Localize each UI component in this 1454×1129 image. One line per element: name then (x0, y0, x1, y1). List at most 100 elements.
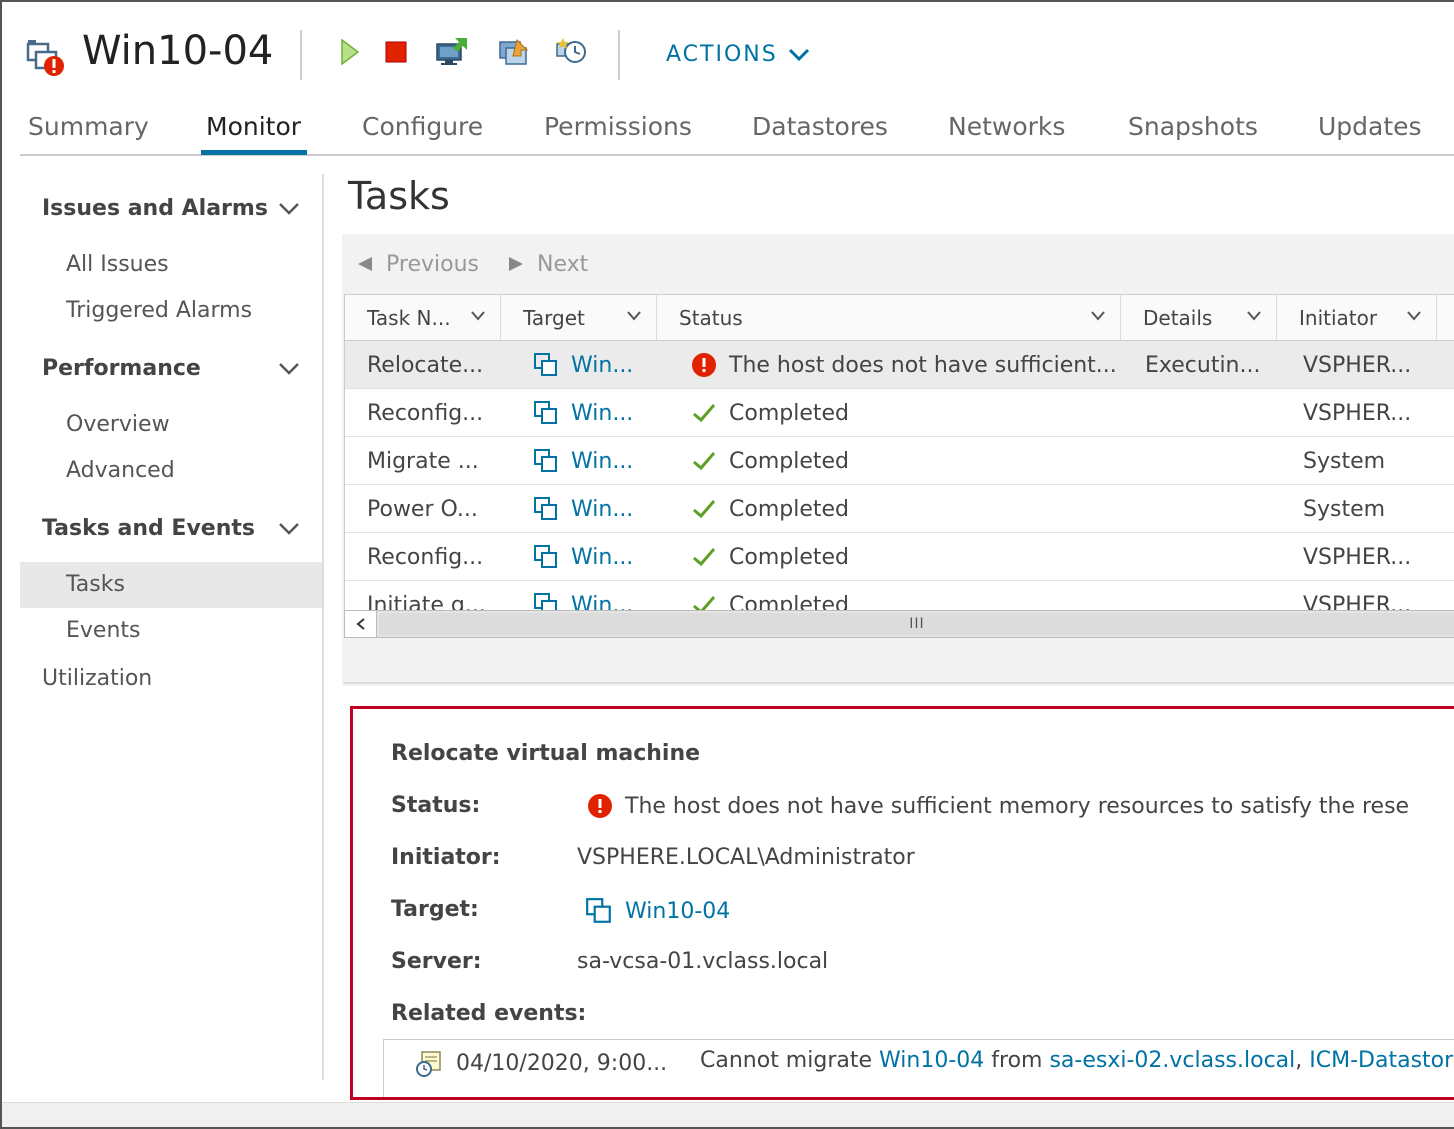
power-off-button[interactable] (378, 32, 414, 72)
target-cell[interactable]: Win... (533, 389, 633, 437)
tasks-table: Task N... Target Status Details Initiato… (344, 294, 1454, 610)
table-row[interactable]: Reconfig... Win... Completed VSPHER... (345, 389, 1454, 437)
vm-icon (533, 400, 559, 426)
event-icon (414, 1048, 444, 1078)
page-title: Tasks (348, 174, 450, 218)
vm-monitor-window: Win10-04 ACTIONS Summary Monitor Configu… (0, 0, 1454, 1129)
nav-item-tasks[interactable]: Tasks (66, 572, 125, 597)
chevron-down-icon[interactable] (278, 202, 300, 216)
tab-permissions[interactable]: Permissions (544, 112, 692, 141)
nav-item-overview[interactable]: Overview (66, 412, 170, 437)
status-cell: Completed (691, 485, 849, 533)
horizontal-scrollbar[interactable]: III (344, 610, 1454, 638)
nav-item-triggered-alarms[interactable]: Triggered Alarms (66, 298, 252, 323)
status-text: The host does not have sufficient memory… (625, 793, 1410, 819)
table-row[interactable]: Migrate ... Win... Completed System (345, 437, 1454, 485)
status-cell: Completed (691, 533, 849, 581)
event-datastore-link[interactable]: ICM-Datastore (1309, 1048, 1454, 1073)
tab-summary[interactable]: Summary (28, 112, 149, 141)
target-cell[interactable]: Win... (533, 341, 633, 389)
nav-group-tasks-and-events[interactable]: Tasks and Events (42, 516, 255, 541)
nav-item-all-issues[interactable]: All Issues (66, 252, 169, 277)
target-link[interactable]: Win... (571, 545, 633, 570)
nav-group-issues-and-alarms[interactable]: Issues and Alarms (42, 196, 268, 221)
status-text: Completed (729, 544, 849, 570)
status-cell: Completed (691, 437, 849, 485)
target-link[interactable]: Win... (571, 497, 633, 522)
event-date: 04/10/2020, 9:00... (414, 1048, 667, 1078)
target-link[interactable]: Win... (571, 593, 633, 611)
toolbar-divider (300, 30, 302, 80)
previous-button[interactable]: Previous (356, 252, 479, 277)
toolbar-divider (618, 30, 620, 80)
bottom-bar (2, 1102, 1454, 1127)
target-link[interactable]: Win10-04 (625, 899, 730, 924)
chevron-down-icon[interactable] (1406, 310, 1422, 322)
nav-group-performance[interactable]: Performance (42, 356, 201, 381)
column-header-status[interactable]: Status (657, 295, 1121, 341)
target-link[interactable]: Win... (571, 449, 633, 474)
stop-icon (385, 41, 407, 63)
tab-snapshots[interactable]: Snapshots (1128, 112, 1258, 141)
event-message: Cannot migrate Win10-04 from sa-esxi-02.… (700, 1048, 1454, 1073)
chevron-down-icon[interactable] (278, 522, 300, 536)
migrate-button[interactable] (496, 32, 532, 72)
detail-title: Relocate virtual machine (391, 741, 701, 766)
target-label: Target: (391, 897, 479, 922)
tab-datastores[interactable]: Datastores (752, 112, 888, 141)
column-header-task-name[interactable]: Task N... (345, 295, 501, 341)
target-cell[interactable]: Win... (533, 533, 633, 581)
target-link[interactable]: Win... (571, 401, 633, 426)
initiator-cell: VSPHER... (1303, 352, 1412, 378)
chevron-down-icon[interactable] (1090, 310, 1106, 322)
actions-menu[interactable]: ACTIONS (666, 42, 810, 67)
status-text: Completed (729, 592, 849, 611)
status-text: The host does not have sufficient... (729, 352, 1117, 378)
column-header-details[interactable]: Details (1121, 295, 1277, 341)
tab-updates[interactable]: Updates (1318, 112, 1422, 141)
table-row[interactable]: Relocate... Win... The host does not hav… (345, 341, 1454, 389)
initiator-label: Initiator: (391, 845, 501, 870)
error-icon (691, 352, 717, 378)
tab-configure[interactable]: Configure (362, 112, 483, 141)
chevron-down-icon[interactable] (626, 310, 642, 322)
chevron-down-icon[interactable] (470, 310, 486, 322)
nav-item-advanced[interactable]: Advanced (66, 458, 175, 483)
table-row[interactable]: Initiate g... Win... Completed VSPHER... (345, 581, 1454, 610)
task-name-cell: Reconfig... (367, 544, 484, 570)
triangle-right-icon (508, 257, 523, 271)
next-button[interactable]: Next (507, 252, 588, 277)
triangle-left-icon (358, 257, 372, 271)
vm-icon (533, 544, 559, 570)
tab-networks[interactable]: Networks (948, 112, 1065, 141)
tab-monitor[interactable]: Monitor (206, 112, 301, 141)
target-cell[interactable]: Win... (533, 485, 633, 533)
event-text: , (1295, 1048, 1310, 1073)
snapshot-button[interactable] (554, 32, 590, 72)
nav-item-utilization[interactable]: Utilization (42, 666, 152, 691)
power-on-button[interactable] (332, 32, 368, 72)
pager: Previous Next (342, 234, 1454, 294)
target-link[interactable]: Win... (571, 353, 633, 378)
column-header-target[interactable]: Target (501, 295, 657, 341)
table-row[interactable]: Reconfig... Win... Completed VSPHER... (345, 533, 1454, 581)
checkmark-icon (691, 496, 717, 522)
scroll-left-button[interactable] (345, 611, 377, 637)
checkmark-icon (691, 592, 717, 610)
scroll-thumb[interactable]: III (379, 613, 1454, 635)
column-label: Details (1143, 306, 1213, 330)
event-vm-link[interactable]: Win10-04 (879, 1048, 984, 1073)
nav-item-events[interactable]: Events (66, 618, 141, 643)
launch-console-button[interactable] (434, 32, 470, 72)
column-header-initiator[interactable]: Initiator (1277, 295, 1437, 341)
table-row[interactable]: Power O... Win... Completed System (345, 485, 1454, 533)
event-host-link[interactable]: sa-esxi-02.vclass.local (1049, 1048, 1295, 1073)
error-icon (587, 793, 613, 819)
target-value[interactable]: Win10-04 (585, 897, 730, 925)
status-text: Completed (729, 448, 849, 474)
target-cell[interactable]: Win... (533, 581, 633, 610)
chevron-down-icon[interactable] (1246, 310, 1262, 322)
target-cell[interactable]: Win... (533, 437, 633, 485)
task-name-cell: Power O... (367, 496, 478, 522)
chevron-down-icon[interactable] (278, 362, 300, 376)
